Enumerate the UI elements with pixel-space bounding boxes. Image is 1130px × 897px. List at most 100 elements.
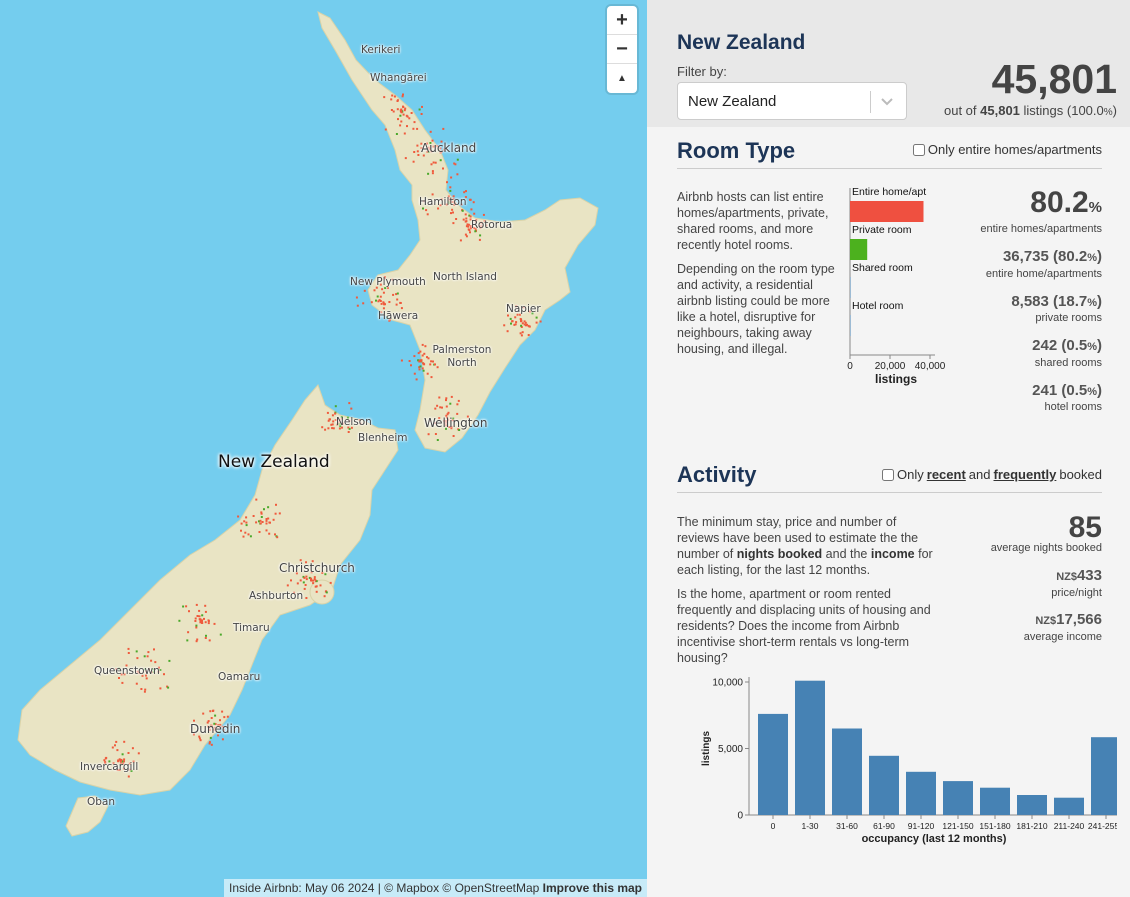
listing-dot bbox=[391, 94, 394, 97]
listing-dot bbox=[195, 624, 198, 627]
compass-button[interactable]: ▲ bbox=[607, 64, 637, 93]
listing-dot bbox=[395, 303, 398, 306]
listing-dot bbox=[186, 639, 189, 642]
listing-dot bbox=[178, 619, 181, 622]
map[interactable]: Kerikeri Whangārei Auckland Hamilton Rot… bbox=[0, 0, 647, 897]
listing-dot bbox=[434, 161, 437, 164]
recent-booked-checkbox[interactable] bbox=[882, 468, 895, 481]
percent-sign: % bbox=[1087, 386, 1097, 398]
listing-dot bbox=[136, 657, 139, 660]
listing-dot bbox=[478, 238, 481, 241]
listing-dot bbox=[302, 581, 305, 584]
listing-dot bbox=[267, 506, 270, 509]
entire-homes-caption: entire homes/apartments bbox=[980, 223, 1102, 235]
out-of-prefix: out of bbox=[943, 103, 977, 118]
listing-dot bbox=[240, 529, 242, 532]
occupancy-bar bbox=[980, 787, 1010, 815]
listing-dot bbox=[523, 320, 526, 323]
listing-dot bbox=[449, 402, 452, 405]
total-listings-count: 45,801 bbox=[991, 56, 1117, 102]
listing-dot bbox=[210, 743, 213, 746]
listing-dot bbox=[430, 163, 433, 166]
listing-dot bbox=[347, 431, 350, 433]
listing-dot bbox=[201, 614, 204, 617]
listing-dot bbox=[412, 160, 415, 163]
listing-dot bbox=[325, 591, 328, 594]
listing-dot bbox=[310, 577, 313, 580]
listing-dot bbox=[260, 516, 263, 518]
listing-dot bbox=[209, 736, 212, 739]
place-label: Queenstown bbox=[94, 665, 160, 677]
listing-dot bbox=[252, 515, 255, 517]
listing-dot bbox=[249, 535, 252, 538]
listing-dot bbox=[515, 321, 518, 324]
listing-dot bbox=[242, 535, 245, 538]
listing-dot bbox=[399, 124, 402, 127]
listing-dot bbox=[520, 334, 523, 337]
checkbox-text: booked bbox=[1059, 467, 1102, 482]
close-paren: ) bbox=[1097, 382, 1102, 399]
listing-dot bbox=[196, 615, 199, 617]
x-tick-label: 20,000 bbox=[875, 361, 906, 372]
listing-dot bbox=[442, 127, 445, 130]
entire-homes-filter[interactable]: Only entire homes/apartments bbox=[912, 142, 1102, 157]
x-tick-label: 0 bbox=[771, 821, 776, 831]
listing-dot bbox=[400, 108, 403, 111]
entire-homes-checkbox[interactable] bbox=[912, 143, 925, 156]
room-stat-number: 36,735 (80.2 bbox=[1002, 248, 1088, 265]
filter-label: Filter by: bbox=[677, 64, 727, 79]
listing-dot bbox=[535, 316, 538, 319]
listing-dot bbox=[375, 299, 377, 302]
listing-dot bbox=[412, 127, 415, 130]
listing-dot bbox=[118, 677, 120, 679]
listing-dot bbox=[245, 521, 248, 524]
listing-dot bbox=[207, 622, 210, 625]
zoom-out-button[interactable]: − bbox=[607, 35, 637, 64]
occupancy-bar bbox=[795, 680, 825, 815]
listing-dot bbox=[450, 395, 453, 398]
listing-dot bbox=[402, 113, 405, 116]
listing-dot bbox=[381, 288, 384, 291]
listing-dot bbox=[263, 508, 265, 511]
listing-dot bbox=[406, 125, 408, 128]
place-label: Ashburton bbox=[249, 590, 304, 602]
filter-select[interactable]: New Zealand bbox=[677, 82, 907, 120]
place-label: Wellington bbox=[424, 416, 488, 430]
listing-dot bbox=[388, 301, 391, 303]
recent-booked-filter[interactable]: Only recent and frequently booked bbox=[882, 467, 1102, 482]
listing-dot bbox=[195, 640, 198, 643]
listing-dot bbox=[376, 295, 379, 298]
listing-dot bbox=[472, 201, 475, 204]
listing-dot bbox=[419, 365, 422, 368]
listing-dot bbox=[205, 634, 207, 637]
out-of-suffix: listings (100.0 bbox=[1023, 103, 1104, 118]
country-label: New Zealand bbox=[218, 452, 330, 472]
zoom-in-button[interactable]: + bbox=[607, 6, 637, 35]
listing-dot bbox=[424, 345, 427, 348]
listing-dot bbox=[348, 402, 351, 405]
listing-dot bbox=[194, 617, 197, 620]
listing-dot bbox=[408, 360, 411, 362]
listing-dot bbox=[479, 234, 482, 237]
listing-dot bbox=[452, 222, 455, 225]
listing-dot bbox=[208, 639, 211, 642]
north-island-shape bbox=[317, 11, 599, 453]
listing-dot bbox=[503, 324, 506, 327]
listing-dot bbox=[204, 637, 207, 639]
listing-dot bbox=[523, 323, 526, 326]
listing-dot bbox=[153, 648, 155, 651]
listing-dot bbox=[276, 536, 279, 539]
listing-dot bbox=[145, 677, 148, 680]
listing-dot bbox=[431, 170, 434, 173]
room-stat-caption: hotel rooms bbox=[1044, 401, 1102, 413]
listing-dot bbox=[465, 220, 468, 223]
chevron-down-icon[interactable] bbox=[880, 91, 894, 116]
listing-dot bbox=[131, 747, 134, 750]
nights-booked-caption: average nights booked bbox=[990, 542, 1102, 554]
listing-dot bbox=[459, 239, 462, 242]
room-type-bar bbox=[850, 315, 851, 336]
listing-dot bbox=[115, 740, 118, 743]
improve-map-link[interactable]: Improve this map bbox=[543, 881, 642, 895]
listing-dot bbox=[400, 110, 402, 113]
listing-dot bbox=[535, 321, 538, 324]
